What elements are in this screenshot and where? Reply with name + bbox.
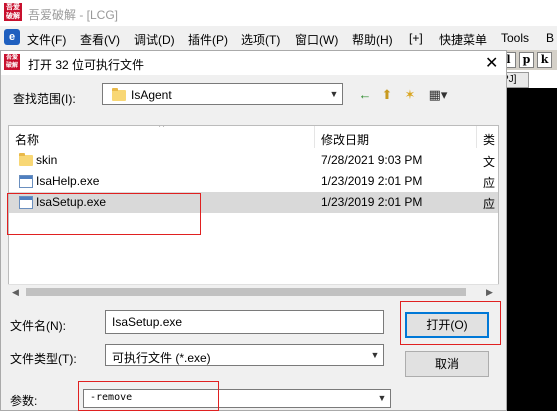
menu-options[interactable]: 选项(T)	[241, 31, 280, 48]
file-date: 1/23/2019 2:01 PM	[321, 174, 423, 188]
cancel-button[interactable]: 取消	[405, 351, 489, 377]
filetype-label: 文件类型(T):	[10, 352, 77, 366]
column-name[interactable]: 名称	[15, 131, 39, 148]
close-icon[interactable]: ✕	[485, 53, 498, 73]
app-menubar: e 文件(F) 查看(V) 调试(D) 插件(P) 选项(T) 窗口(W) 帮助…	[0, 26, 557, 50]
highlight-args-field	[78, 381, 219, 411]
file-name: IsaHelp.exe	[36, 174, 100, 188]
menu-shortcut[interactable]: 快捷菜单	[439, 31, 487, 48]
filetype-select[interactable]: 可执行文件 (*.exe) ▼	[105, 344, 384, 366]
filename-label: 文件名(N):	[10, 319, 66, 333]
lookin-label: 查找范围(I):	[13, 92, 76, 106]
view-menu-icon[interactable]: ▦▾	[424, 87, 452, 103]
new-folder-icon[interactable]: ✶	[401, 87, 419, 103]
app-logo-icon: 吾爱破解	[4, 3, 22, 21]
file-date: 7/28/2021 9:03 PM	[321, 153, 423, 167]
menu-tools[interactable]: Tools	[501, 31, 529, 45]
scroll-right-icon[interactable]: ▶	[486, 285, 493, 299]
horizontal-scrollbar[interactable]: ◀ ▶	[8, 284, 499, 298]
file-row-skin[interactable]: skin 7/28/2021 9:03 PM 文	[9, 150, 498, 171]
column-divider[interactable]	[476, 126, 477, 148]
dialog-logo-icon: 吾爱破解	[4, 54, 20, 70]
menu-debug[interactable]: 调试(D)	[134, 31, 175, 48]
file-type: 文	[483, 155, 496, 169]
app-toolbar: l p k	[499, 50, 557, 70]
menu-b[interactable]: B	[546, 31, 554, 45]
app-e-icon[interactable]: e	[4, 29, 20, 45]
dialog-titlebar: 吾爱破解 打开 32 位可执行文件 ✕	[1, 51, 506, 75]
up-folder-icon[interactable]: ⬆	[378, 87, 396, 103]
folder-icon	[19, 153, 33, 166]
back-icon[interactable]: ←	[356, 87, 374, 103]
highlight-open-button	[400, 301, 501, 345]
filename-field[interactable]: IsaSetup.exe	[105, 310, 384, 334]
filetype-value: 可执行文件 (*.exe)	[112, 351, 211, 365]
highlight-selected-file	[7, 193, 201, 235]
chevron-down-icon: ▼	[377, 393, 387, 403]
file-name: skin	[36, 153, 58, 167]
lookin-combo[interactable]: IsAgent ▼	[102, 83, 343, 105]
menu-file[interactable]: 文件(F)	[27, 31, 66, 48]
chevron-down-icon: ▼	[329, 89, 339, 99]
column-divider[interactable]	[314, 126, 315, 148]
file-type: 应	[483, 176, 496, 190]
app-cpu-pane	[507, 88, 557, 411]
filename-value: IsaSetup.exe	[112, 315, 183, 329]
chevron-down-icon: ▼	[370, 350, 380, 360]
menu-view[interactable]: 查看(V)	[80, 31, 120, 48]
open-file-dialog: 吾爱破解 打开 32 位可执行文件 ✕ 查找范围(I): IsAgent ▼ ←…	[0, 50, 507, 411]
file-type: 应	[483, 197, 496, 211]
dialog-title: 打开 32 位可执行文件	[28, 58, 145, 72]
menu-plugins[interactable]: 插件(P)	[188, 31, 228, 48]
toolbar-k-button[interactable]: k	[537, 52, 552, 68]
menu-help[interactable]: 帮助(H)	[352, 31, 393, 48]
scroll-left-icon[interactable]: ◀	[12, 285, 19, 299]
args-label: 参数:	[10, 394, 38, 408]
column-date[interactable]: 修改日期	[321, 131, 369, 148]
lookin-value: IsAgent	[131, 88, 172, 102]
column-type[interactable]: 类	[483, 131, 495, 148]
app-titlebar: 吾爱破解 吾爱破解 - [LCG]	[0, 0, 557, 26]
menu-window[interactable]: 窗口(W)	[295, 31, 338, 48]
file-date: 1/23/2019 2:01 PM	[321, 195, 423, 209]
file-row-isahelp[interactable]: IsaHelp.exe 1/23/2019 2:01 PM 应	[9, 171, 498, 192]
toolbar-p-button[interactable]: p	[519, 52, 534, 68]
exe-file-icon	[19, 175, 33, 188]
menu-plus[interactable]: [+]	[409, 31, 423, 45]
app-title: 吾爱破解 - [LCG]	[28, 8, 119, 22]
scrollbar-thumb[interactable]	[26, 288, 466, 296]
folder-icon	[112, 88, 126, 101]
sort-up-icon: ^	[159, 125, 165, 133]
